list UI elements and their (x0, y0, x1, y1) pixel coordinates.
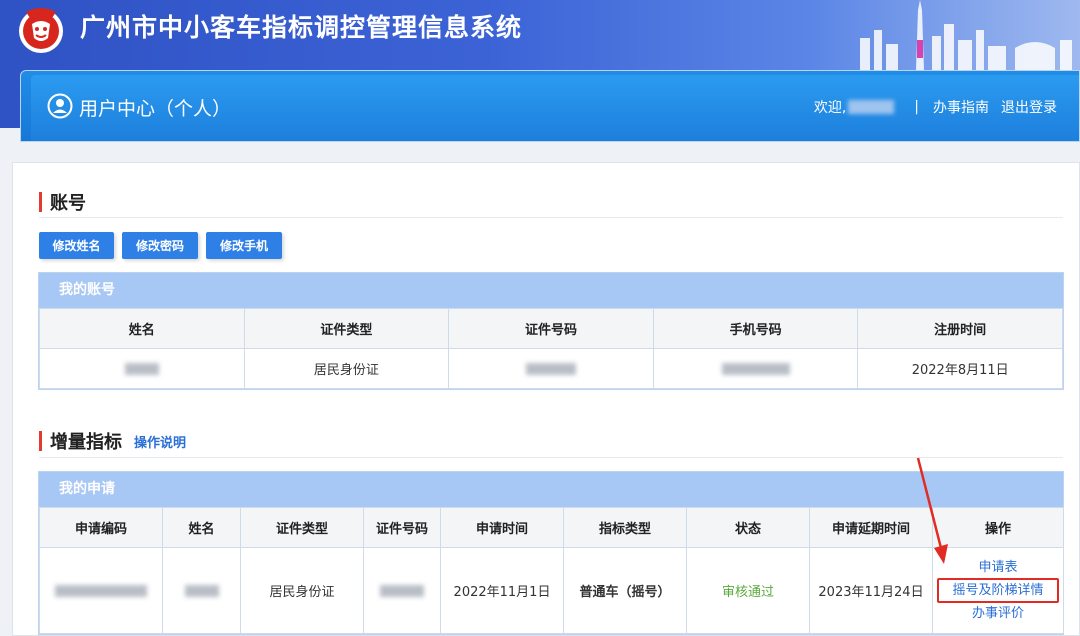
column-header: 手机号码 (652, 308, 859, 349)
account-table-caption: 我的账号 (39, 273, 1063, 308)
reg-time-cell: 2022年8月11日 (857, 348, 1063, 389)
column-header: 证件号码 (448, 308, 654, 349)
column-header: 申请时间 (440, 507, 564, 548)
increment-title: 增量指标 (50, 432, 122, 453)
column-header: 指标类型 (563, 507, 687, 548)
section-divider (39, 217, 1063, 218)
id-type-cell: 居民身份证 (243, 348, 450, 389)
column-header: 状态 (686, 507, 810, 548)
column-header: 证件号码 (363, 507, 441, 548)
section-accent-bar (39, 431, 42, 451)
quota-type-cell: 普通车（摇号） (563, 547, 687, 634)
application-form-link[interactable]: 申请表 (933, 557, 1063, 578)
annotation-arrow-icon (916, 457, 948, 564)
apply-code-cell (39, 547, 163, 634)
account-title: 账号 (50, 193, 86, 214)
user-bar-inner: 用户中心（个人） 欢迎, | 办事指南 退出登录 (31, 75, 1079, 141)
lottery-details-link[interactable]: 摇号及阶梯详情 (937, 578, 1059, 603)
user-actions: 欢迎, | 办事指南 退出登录 (814, 97, 1057, 117)
name-cell (39, 348, 245, 389)
separator: | (914, 99, 919, 115)
column-header: 姓名 (39, 308, 245, 349)
edit-password-button[interactable]: 修改密码 (122, 232, 198, 259)
system-title: 广州市中小客车指标调控管理信息系统 (80, 13, 523, 42)
redacted-value (380, 584, 424, 597)
column-header: 申请编码 (39, 507, 163, 548)
column-header: 证件类型 (243, 308, 450, 349)
user-name-redacted (848, 100, 895, 114)
column-header: 证件类型 (240, 507, 364, 548)
city-skyline-icon (860, 0, 1072, 70)
id-number-cell (448, 348, 654, 389)
account-section-title: 账号 (39, 189, 86, 215)
redacted-value (55, 584, 147, 597)
status-cell: 审核通过 (686, 547, 810, 634)
redacted-value (721, 362, 790, 375)
logout-link[interactable]: 退出登录 (1001, 97, 1057, 117)
guide-link[interactable]: 办事指南 (933, 97, 989, 117)
edit-phone-button[interactable]: 修改手机 (206, 232, 282, 259)
operation-cell: 申请表 摇号及阶梯详情 办事评价 (932, 547, 1064, 634)
account-table: 我的账号 姓名 证件类型 证件号码 手机号码 注册时间 居民身份证 2022年8… (38, 272, 1064, 390)
column-header: 操作 (932, 507, 1064, 548)
apply-time-cell: 2022年11月1日 (440, 547, 564, 634)
user-avatar-icon (47, 93, 73, 119)
increment-section-title: 增量指标 操作说明 (39, 428, 186, 454)
user-center-title: 用户中心（个人） (79, 98, 232, 120)
edit-name-button[interactable]: 修改姓名 (39, 232, 114, 259)
name-cell (162, 547, 241, 634)
id-type-cell: 居民身份证 (240, 547, 364, 634)
column-header: 姓名 (162, 507, 241, 548)
column-header: 注册时间 (857, 308, 1063, 349)
welcome-text: 欢迎, (813, 100, 847, 116)
guangzhou-logo-icon (19, 8, 63, 53)
phone-cell (652, 348, 859, 389)
redacted-value (525, 362, 576, 375)
table-header-row: 姓名 证件类型 证件号码 手机号码 注册时间 (39, 308, 1063, 349)
id-number-cell (363, 547, 441, 634)
redacted-value (124, 362, 159, 375)
redacted-value (184, 584, 219, 597)
section-accent-bar (39, 192, 42, 212)
service-rating-link[interactable]: 办事评价 (933, 603, 1063, 624)
help-link[interactable]: 操作说明 (134, 432, 186, 451)
table-row: 居民身份证 2022年8月11日 (39, 348, 1063, 389)
user-bar: 用户中心（个人） 欢迎, | 办事指南 退出登录 (20, 70, 1080, 142)
